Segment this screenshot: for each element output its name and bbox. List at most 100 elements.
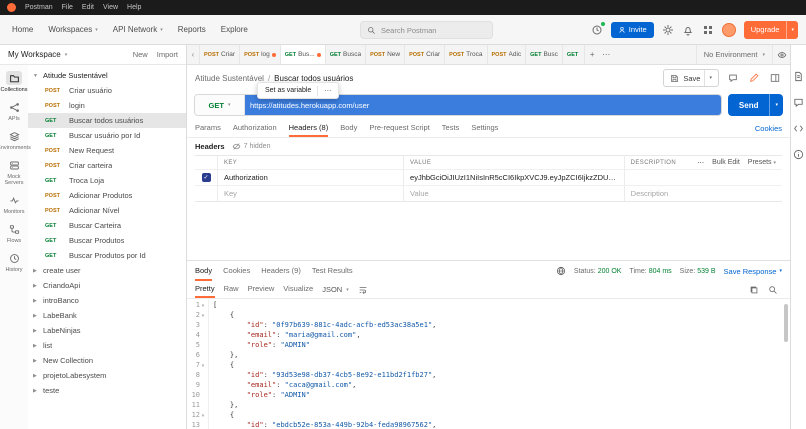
request-item-buscar-carteira[interactable]: GET Buscar Carteira	[28, 218, 186, 233]
nav-reports[interactable]: Reports	[178, 25, 206, 34]
chevron-right-icon[interactable]: ▶	[33, 313, 39, 319]
request-item-buscar-todos-usu-rios[interactable]: GET Buscar todos usuários	[28, 113, 186, 128]
hidden-headers-toggle[interactable]: 7 hidden	[232, 142, 270, 151]
collection-new-collection[interactable]: ▶ New Collection	[28, 353, 186, 368]
open-tab-get-request[interactable]: GET	[563, 45, 586, 64]
apps-grid-icon[interactable]	[702, 24, 714, 36]
request-tab-tests[interactable]: Tests	[442, 119, 460, 137]
request-item-buscar-usu-rio-por-id[interactable]: GET Buscar usuário por Id	[28, 128, 186, 143]
request-item-login[interactable]: POST login	[28, 98, 186, 113]
info-icon[interactable]	[793, 149, 804, 160]
open-tab-get-busc[interactable]: GET Busc	[526, 45, 563, 64]
code-snippet-icon[interactable]	[793, 123, 804, 134]
new-tab-button[interactable]: +	[585, 45, 599, 64]
invite-button[interactable]: Invite	[610, 21, 654, 38]
response-tab-body[interactable]: Body	[195, 261, 213, 281]
save-response-button[interactable]: Save Response ▾	[724, 267, 782, 276]
rail-history[interactable]: History	[0, 248, 28, 277]
open-tab-post-log[interactable]: POST log	[240, 45, 281, 64]
tab-scroll-left-icon[interactable]: ‹	[187, 45, 200, 64]
format-select[interactable]: JSON ▾	[322, 281, 349, 298]
settings-gear-icon[interactable]	[662, 24, 674, 36]
open-tab-post-troca[interactable]: POST Troca	[445, 45, 488, 64]
chevron-right-icon[interactable]: ▶	[33, 388, 39, 394]
search-body-icon[interactable]	[768, 285, 778, 295]
collection-criandoapi[interactable]: ▶ CriandoApi	[28, 278, 186, 293]
collection-atitude-sustentavel[interactable]: ▼ Atitude Sustentável	[28, 68, 186, 83]
presets-button[interactable]: Presets ▾	[748, 159, 776, 166]
view-tab-preview[interactable]: Preview	[248, 281, 275, 298]
line-numbers-gutter[interactable]: 1 ▼ 2 ▼ 3 4 5 6 7 ▼ 8 9 10 11 12 ▼ 13	[187, 300, 209, 429]
cookies-link[interactable]: Cookies	[755, 119, 782, 137]
environment-quick-look[interactable]	[772, 45, 790, 64]
open-tab-post-criar[interactable]: POST Criar	[200, 45, 241, 64]
rail-apis[interactable]: APIs	[0, 97, 28, 126]
menu-file[interactable]: File	[62, 4, 73, 11]
request-tab-params[interactable]: Params	[195, 119, 221, 137]
rail-monitors[interactable]: Monitors	[0, 190, 28, 219]
request-item-buscar-produtos[interactable]: GET Buscar Produtos	[28, 233, 186, 248]
chevron-right-icon[interactable]: ▶	[33, 268, 39, 274]
nav-api-network[interactable]: API Network ▾	[113, 25, 163, 34]
request-tab-authorization[interactable]: Authorization	[233, 119, 277, 137]
rail-environments[interactable]: Environments	[0, 126, 31, 155]
import-button[interactable]: Import	[157, 50, 178, 59]
request-item-buscar-produtos-por-id[interactable]: GET Buscar Produtos por Id	[28, 248, 186, 263]
chevron-right-icon[interactable]: ▶	[33, 328, 39, 334]
breadcrumb-collection[interactable]: Atitude Sustentável	[195, 74, 264, 83]
view-tab-visualize[interactable]: Visualize	[283, 281, 313, 298]
new-button[interactable]: New	[133, 50, 148, 59]
menu-help[interactable]: Help	[127, 4, 141, 11]
environment-selector[interactable]: No Environment ▾	[695, 45, 772, 64]
collection-projetolabesystem[interactable]: ▶ projetoLabesystem	[28, 368, 186, 383]
send-button[interactable]: Send ▾	[727, 94, 783, 116]
open-tab-post-criar[interactable]: POST Criar	[405, 45, 446, 64]
request-tab-body[interactable]: Body	[340, 119, 357, 137]
header-value-cell[interactable]: eyJhbGciOiJIUzI1NiIsInR5cCI6IkpXVCJ9.eyJ…	[403, 170, 624, 185]
network-icon[interactable]	[556, 266, 566, 276]
chevron-right-icon[interactable]: ▶	[33, 283, 39, 289]
nav-explore[interactable]: Explore	[221, 25, 248, 34]
open-tab-get-busca[interactable]: GET Busca	[326, 45, 367, 64]
collection-teste[interactable]: ▶ teste	[28, 383, 186, 398]
green-status-icon[interactable]	[591, 21, 605, 36]
header-key-cell[interactable]: Authorization	[217, 170, 403, 185]
request-item-criar-usu-rio[interactable]: POST Criar usuário	[28, 83, 186, 98]
collection-labeninjas[interactable]: ▶ LabeNinjas	[28, 323, 186, 338]
response-scrollbar[interactable]	[784, 304, 788, 342]
send-options-chevron-icon[interactable]: ▾	[769, 94, 783, 116]
collection-introbanco[interactable]: ▶ introBanco	[28, 293, 186, 308]
view-tab-pretty[interactable]: Pretty	[195, 281, 215, 298]
open-tab-get-bus[interactable]: GET Bus...	[280, 45, 326, 64]
notifications-bell-icon[interactable]	[682, 24, 694, 36]
request-item-adicionar-produtos[interactable]: POST Adicionar Produtos	[28, 188, 186, 203]
method-select[interactable]: GET ▾	[195, 95, 245, 115]
chevron-right-icon[interactable]: ▶	[33, 343, 39, 349]
wrap-lines-icon[interactable]	[358, 281, 368, 298]
rail-collections[interactable]: Collections	[0, 68, 28, 97]
rail-mock-servers[interactable]: Mock Servers	[0, 155, 28, 190]
request-item-troca-loja[interactable]: GET Troca Loja	[28, 173, 186, 188]
response-tab-headers-9[interactable]: Headers (9)	[261, 261, 301, 281]
tab-options-icon[interactable]: ⋯	[599, 45, 613, 64]
comments-icon[interactable]	[793, 97, 804, 108]
popover-more-icon[interactable]: ⋯	[324, 87, 331, 95]
comment-icon[interactable]	[726, 71, 740, 85]
request-item-new-request[interactable]: POST New Request	[28, 143, 186, 158]
response-json-code[interactable]: [ { "id": "0f97b639-881c-4adc-acfb-ed53a…	[209, 300, 790, 429]
upgrade-chevron-icon[interactable]: ▾	[786, 20, 798, 39]
save-button[interactable]: Save ▾	[663, 69, 719, 87]
chevron-right-icon[interactable]: ▶	[33, 298, 39, 304]
edit-pencil-icon[interactable]	[747, 71, 761, 85]
request-item-adicionar-n-vel[interactable]: POST Adicionar Nível	[28, 203, 186, 218]
open-tab-post-adic[interactable]: POST Adic	[488, 45, 527, 64]
chevron-down-icon[interactable]: ▼	[33, 73, 39, 79]
collection-labebank[interactable]: ▶ LabeBank	[28, 308, 186, 323]
nav-home[interactable]: Home	[12, 25, 33, 34]
view-tab-raw[interactable]: Raw	[224, 281, 239, 298]
description-placeholder-cell[interactable]: Description	[623, 186, 782, 201]
request-item-criar-carteira[interactable]: POST Criar carteira	[28, 158, 186, 173]
menu-view[interactable]: View	[103, 4, 118, 11]
row-checkbox[interactable]: ✓	[201, 173, 211, 182]
upgrade-button[interactable]: Upgrade ▾	[743, 20, 798, 39]
